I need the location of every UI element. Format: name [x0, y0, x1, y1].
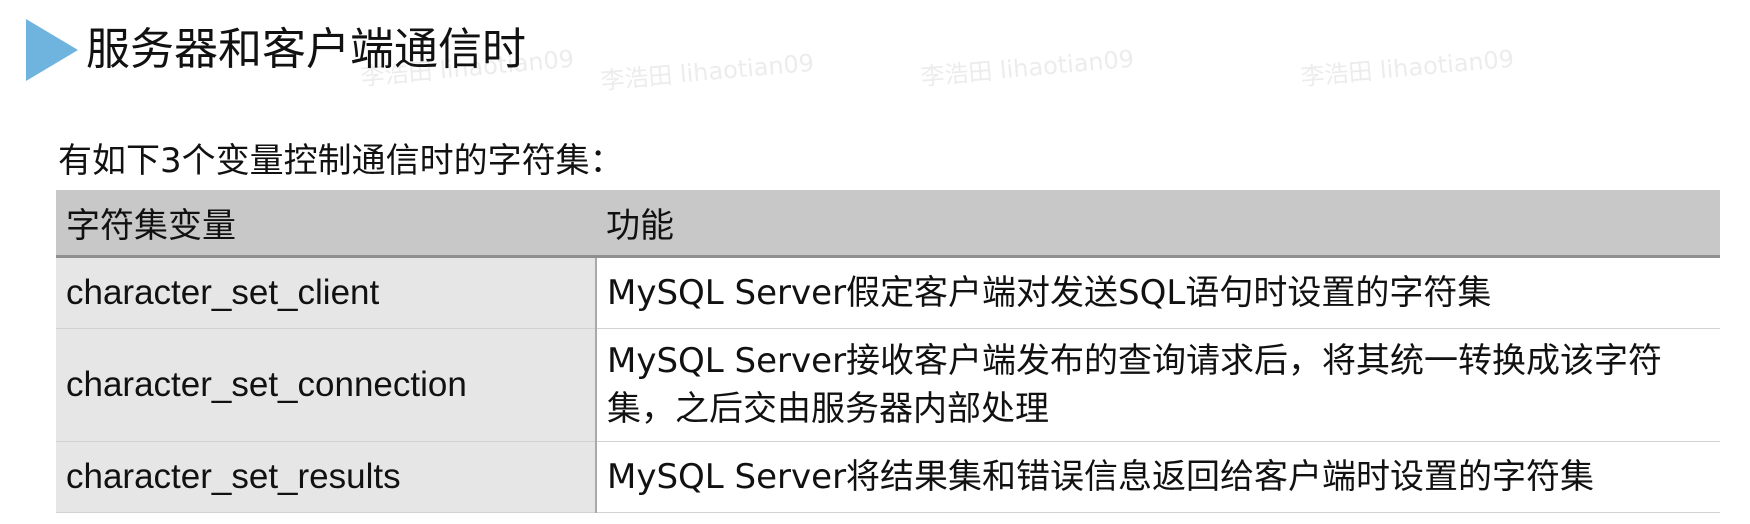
variable-name: character_set_client	[56, 256, 597, 329]
variable-name: character_set_results	[56, 441, 597, 513]
slide-title: 服务器和客户端通信时	[86, 24, 526, 75]
charset-variables-table: 字符集变量 功能 character_set_client MySQL Serv…	[56, 190, 1720, 513]
header-function: 功能	[596, 190, 1720, 258]
table-row: character_set_connection MySQL Server接收客…	[56, 328, 1720, 442]
table-header-row: 字符集变量 功能	[56, 190, 1720, 258]
table-row: character_set_results MySQL Server将结果集和错…	[56, 441, 1720, 513]
variable-function: MySQL Server接收客户端发布的查询请求后，将其统一转换成该字符集，之后…	[596, 328, 1720, 442]
header-variable: 字符集变量	[56, 190, 596, 258]
triangle-bullet-icon	[26, 19, 78, 81]
watermark: 李浩田 lihaotian09	[919, 44, 1136, 92]
variable-name: character_set_connection	[56, 328, 597, 442]
watermark: 李浩田 lihaotian09	[599, 48, 816, 96]
table-row: character_set_client MySQL Server假定客户端对发…	[56, 256, 1720, 329]
watermark: 李浩田 lihaotian09	[1299, 44, 1516, 92]
variable-function: MySQL Server将结果集和错误信息返回给客户端时设置的字符集	[596, 441, 1720, 513]
variable-function: MySQL Server假定客户端对发送SQL语句时设置的字符集	[596, 256, 1720, 329]
slide-title-row: 服务器和客户端通信时	[26, 18, 526, 82]
intro-text: 有如下3个变量控制通信时的字符集：	[58, 141, 624, 181]
